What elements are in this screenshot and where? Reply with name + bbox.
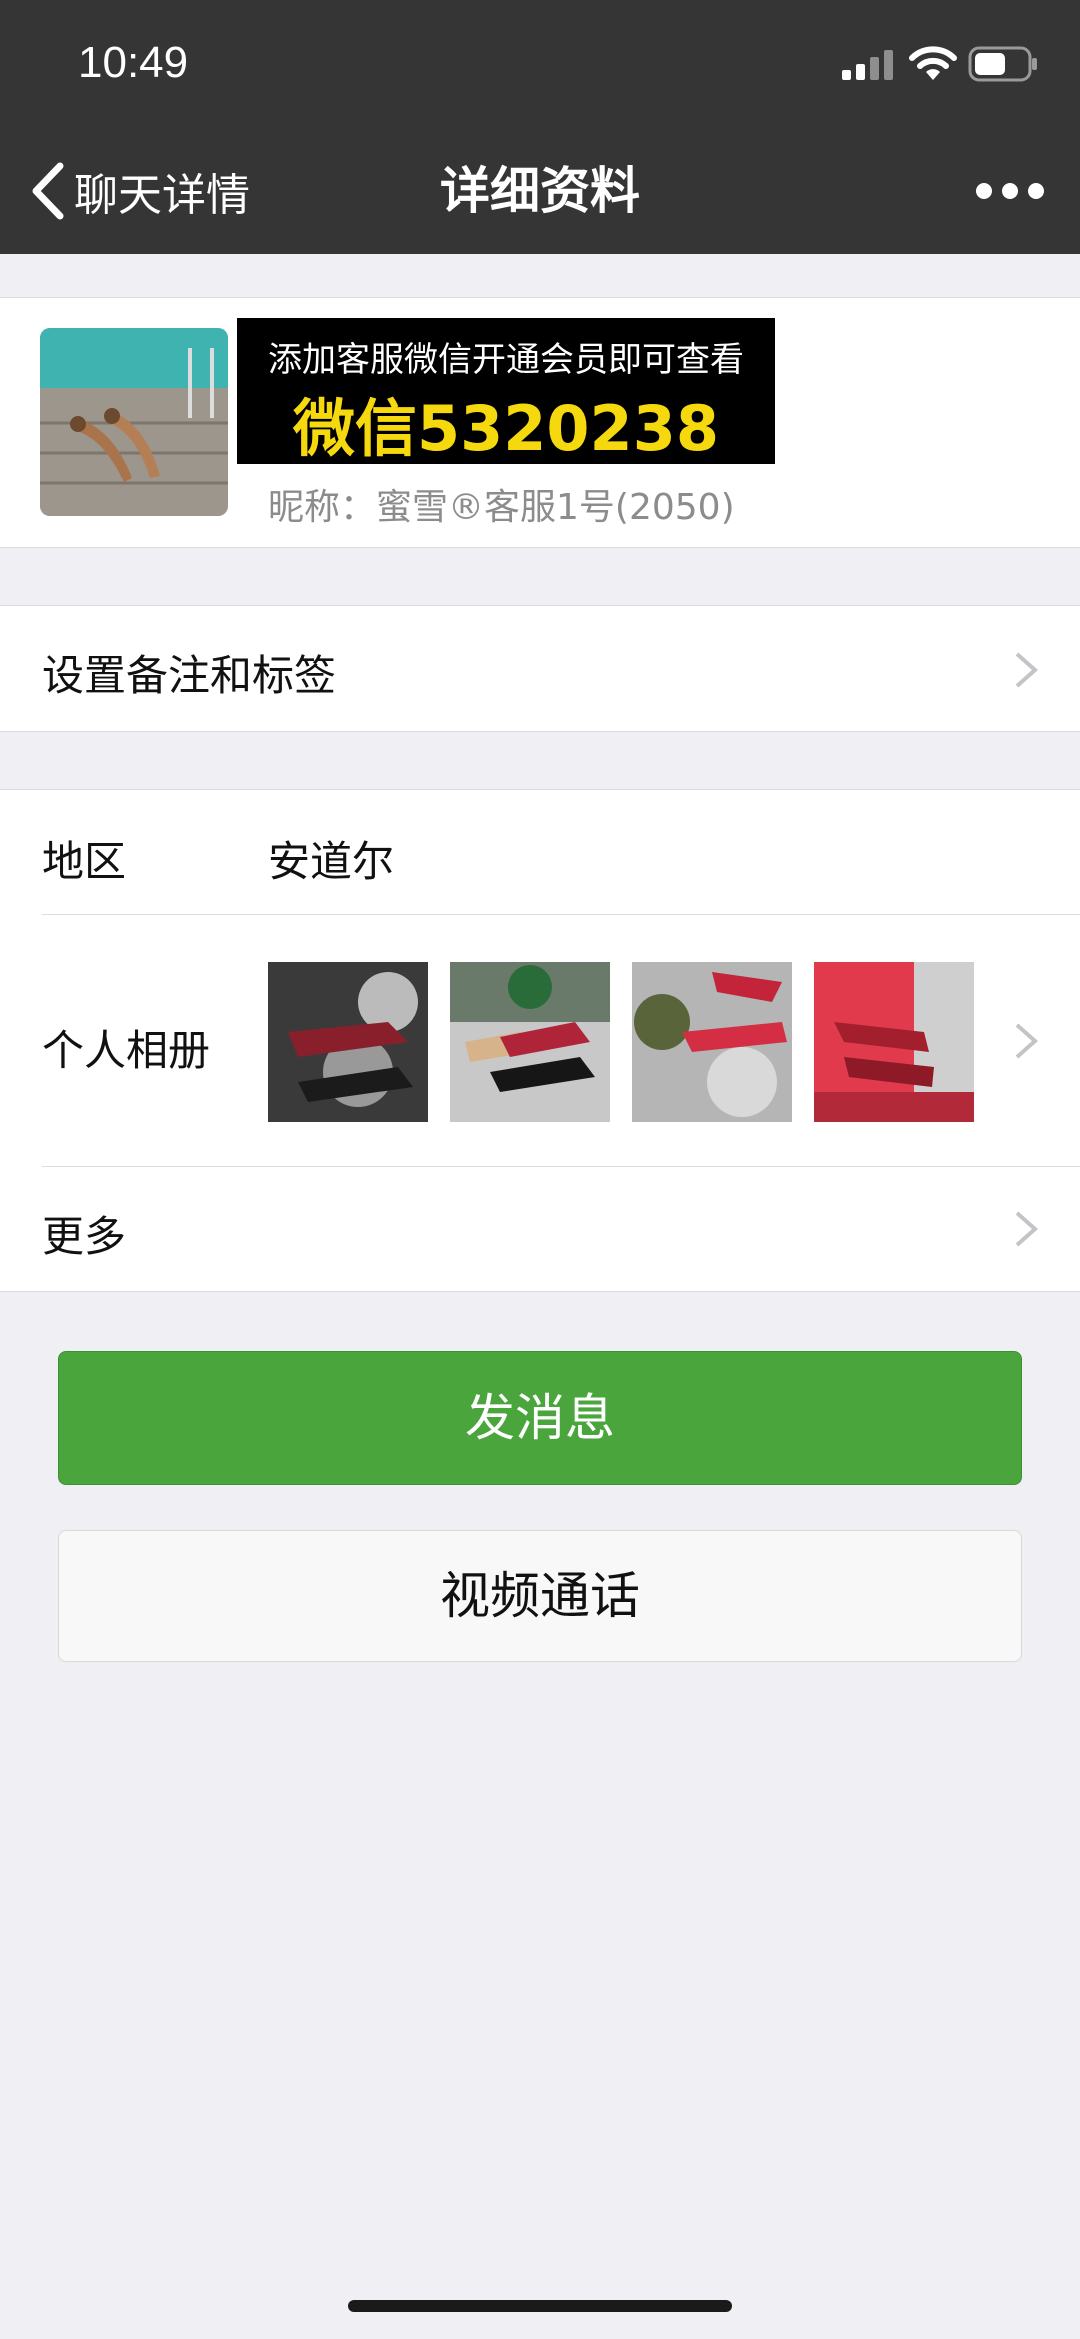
avatar[interactable] xyxy=(40,328,228,516)
nickname: 昵称：蜜雪®客服1号(2050) xyxy=(268,487,735,528)
cellular-signal-icon xyxy=(842,50,893,80)
send-message-button[interactable]: 发消息 xyxy=(58,1351,1022,1485)
chevron-right-icon xyxy=(1015,1023,1039,1059)
banner-text-line2: 微信5320238 xyxy=(293,392,719,465)
remark-tags-label: 设置备注和标签 xyxy=(42,651,337,700)
album-thumbnail xyxy=(268,962,428,1122)
remark-tags-row[interactable]: 设置备注和标签 xyxy=(0,605,1080,732)
album-thumbnail xyxy=(814,962,974,1122)
chevron-right-icon xyxy=(1015,652,1039,688)
wifi-icon xyxy=(909,46,957,80)
info-group: 地区 安道尔 个人相册 更多 xyxy=(0,789,1080,1292)
album-label: 个人相册 xyxy=(42,1026,211,1075)
more-row[interactable]: 更多 xyxy=(0,1167,1080,1291)
battery-icon xyxy=(968,46,1037,82)
region-label: 地区 xyxy=(42,837,127,886)
banner-text-line1: 添加客服微信开通会员即可查看 xyxy=(268,340,744,380)
page-title: 详细资料 xyxy=(440,162,640,220)
video-call-button[interactable]: 视频通话 xyxy=(58,1530,1022,1662)
album-thumbnail xyxy=(450,962,610,1122)
home-indicator[interactable] xyxy=(348,2300,732,2312)
album-thumbnail xyxy=(632,962,792,1122)
promo-banner: 添加客服微信开通会员即可查看 微信5320238 xyxy=(237,318,775,465)
more-options-icon[interactable] xyxy=(970,168,1050,214)
chevron-right-icon xyxy=(1015,1211,1039,1247)
album-row[interactable]: 个人相册 xyxy=(0,915,1080,1166)
region-value: 安道尔 xyxy=(268,837,395,886)
more-label: 更多 xyxy=(42,1212,127,1261)
status-time: 10:49 xyxy=(78,38,189,87)
